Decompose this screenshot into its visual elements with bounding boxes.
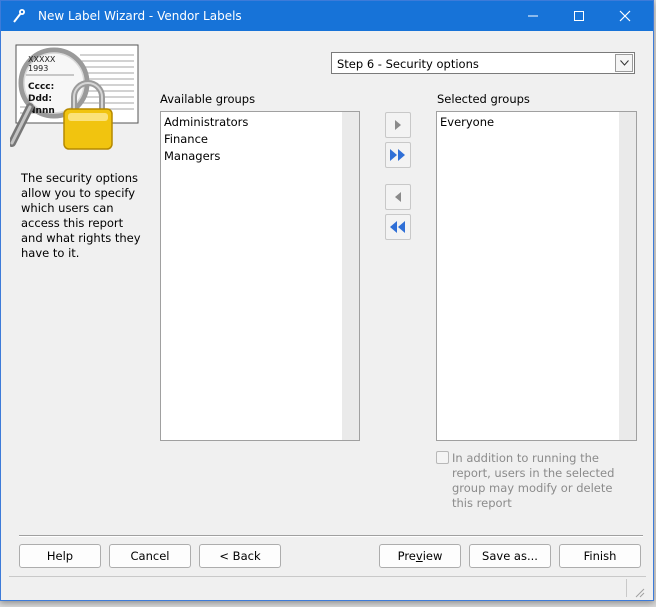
maximize-button[interactable] bbox=[556, 1, 602, 31]
step-select[interactable]: Step 6 - Security options bbox=[331, 52, 635, 74]
list-item[interactable]: Finance bbox=[164, 132, 208, 146]
resize-grip-icon[interactable] bbox=[633, 586, 645, 598]
selected-groups-scrollbar[interactable] bbox=[619, 112, 636, 440]
finish-button[interactable]: Finish bbox=[559, 544, 641, 568]
save-as-button[interactable]: Save as... bbox=[469, 544, 551, 568]
illustration-text: 1993 bbox=[28, 64, 48, 73]
illustration-text: XXXXX bbox=[28, 55, 56, 64]
close-button[interactable] bbox=[602, 1, 648, 31]
step-description: The security options allow you to specif… bbox=[21, 171, 141, 260]
double-arrow-right-icon bbox=[390, 149, 405, 161]
selected-groups-label: Selected groups bbox=[437, 92, 530, 106]
window-title: New Label Wizard - Vendor Labels bbox=[38, 9, 242, 23]
list-item[interactable]: Everyone bbox=[440, 115, 494, 129]
back-button-label: < Back bbox=[219, 549, 261, 563]
double-arrow-left-icon bbox=[390, 221, 405, 233]
status-divider bbox=[626, 579, 627, 597]
wizard-wand-icon bbox=[13, 9, 25, 23]
finish-button-label: Finish bbox=[583, 549, 617, 563]
list-item[interactable]: Managers bbox=[164, 149, 220, 163]
status-bar bbox=[9, 576, 646, 599]
button-separator bbox=[19, 535, 643, 537]
remove-all-button[interactable] bbox=[385, 214, 411, 240]
selected-groups-list[interactable]: Everyone bbox=[436, 111, 637, 441]
list-item[interactable]: Administrators bbox=[164, 115, 248, 129]
available-groups-label: Available groups bbox=[160, 92, 256, 106]
add-all-button[interactable] bbox=[385, 142, 411, 168]
wizard-window: New Label Wizard - Vendor Labels XXXXX 1… bbox=[0, 0, 654, 601]
cancel-button-label: Cancel bbox=[130, 549, 170, 563]
back-button[interactable]: < Back bbox=[199, 544, 281, 568]
available-groups-list[interactable]: Administrators Finance Managers bbox=[160, 111, 360, 441]
step-select-dropdown-button[interactable] bbox=[615, 54, 633, 72]
step-select-value: Step 6 - Security options bbox=[337, 57, 479, 71]
help-button[interactable]: Help bbox=[19, 544, 101, 568]
minimize-icon bbox=[528, 15, 538, 17]
chevron-down-icon bbox=[619, 60, 629, 66]
arrow-right-icon bbox=[395, 120, 401, 130]
remove-selected-button[interactable] bbox=[385, 184, 411, 210]
maximize-icon bbox=[574, 11, 584, 21]
allow-modify-label: In addition to running the report, users… bbox=[452, 451, 615, 510]
add-selected-button[interactable] bbox=[385, 112, 411, 138]
save-as-button-label: Save as... bbox=[482, 549, 538, 563]
available-groups-scrollbar[interactable] bbox=[342, 112, 359, 440]
cancel-button[interactable]: Cancel bbox=[109, 544, 191, 568]
preview-button-label: Preview bbox=[397, 549, 443, 563]
allow-modify-checkbox[interactable] bbox=[436, 451, 449, 464]
title-bar[interactable]: New Label Wizard - Vendor Labels bbox=[1, 1, 653, 31]
arrow-left-icon bbox=[395, 192, 401, 202]
help-button-label: Help bbox=[46, 549, 74, 563]
close-icon bbox=[619, 10, 631, 22]
minimize-button[interactable] bbox=[510, 1, 556, 31]
preview-button[interactable]: Preview bbox=[379, 544, 461, 568]
illustration-text: Cccc: bbox=[28, 82, 54, 92]
illustration-text: Ddd: bbox=[28, 94, 52, 104]
report-magnifier-lock-icon: XXXXX 1993 Cccc: Ddd: Nnnn bbox=[10, 44, 139, 150]
